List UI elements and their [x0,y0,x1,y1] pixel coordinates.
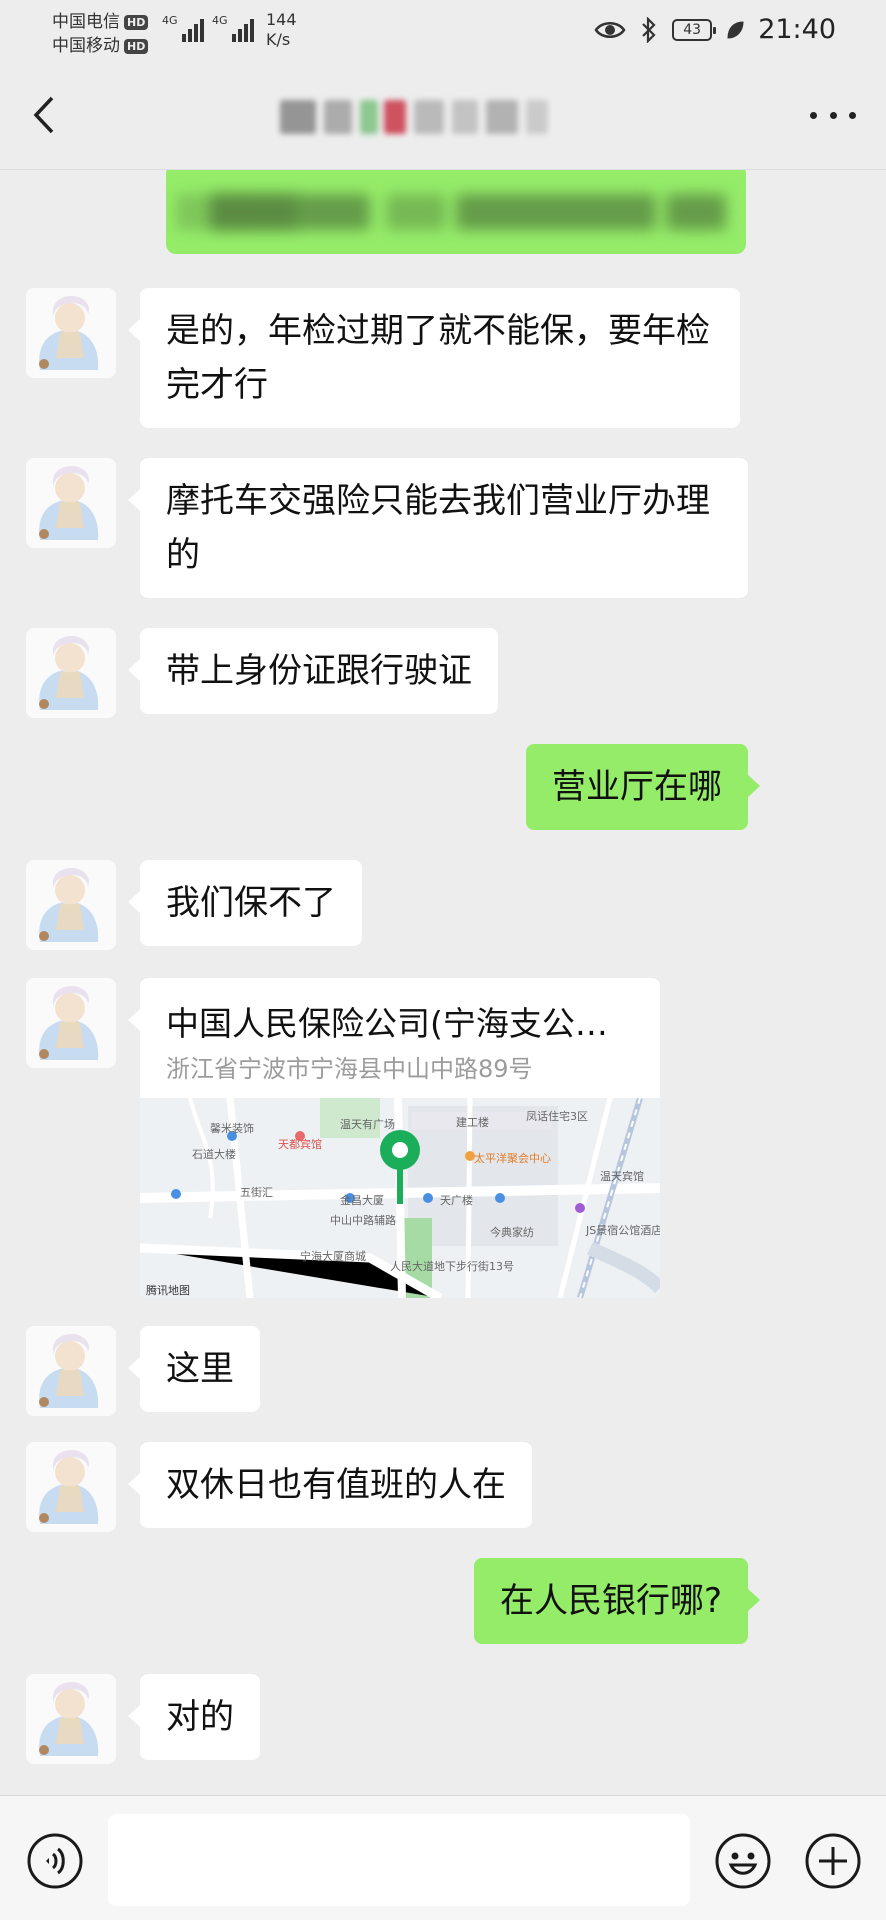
carrier-info: 中国电信 HD 中国移动 HD [52,10,149,58]
location-address: 浙江省宁波市宁海县中山中路89号 [166,1055,533,1083]
hd-badge: HD [124,14,149,30]
network-type-label: 4G [162,14,178,27]
clock: 21:40 [758,14,836,45]
map-label: 今典家纺 [490,1226,534,1239]
tencent-map-logo: 腾讯地图 [146,1284,190,1297]
incoming-message-bubble[interactable]: 我们保不了 [128,860,362,946]
contact-avatar[interactable] [26,1326,116,1416]
incoming-message-bubble[interactable]: 双休日也有值班的人在 [128,1442,532,1528]
map-label: 建工楼 [456,1116,489,1129]
contact-avatar[interactable] [26,628,116,718]
map-label: 宁海大厦商城 [300,1250,366,1263]
status-icons: 43 21:40 [594,14,836,45]
battery-indicator: 43 [672,18,717,41]
map-label: 五街汇 [240,1186,273,1199]
map-label: 温天有广场 [340,1118,395,1131]
chat-title-blurred [280,96,560,138]
incoming-message-bubble[interactable]: 这里 [128,1326,260,1412]
chat-input-bar [0,1795,886,1920]
more-options-icon[interactable] [810,108,856,124]
map-label: 温天宾馆 [600,1170,644,1183]
incoming-message-bubble[interactable]: 对的 [128,1674,260,1760]
outgoing-message-bubble[interactable]: 在人民银行哪? [473,1558,761,1644]
map-label: 人民大道地下步行街13号 [390,1260,514,1273]
avatar-image [26,628,116,718]
incoming-message-bubble[interactable]: 带上身份证跟行驶证 [128,628,498,714]
avatar-image [26,1326,116,1416]
bluetooth-icon [642,16,656,43]
eye-icon [594,21,626,38]
map-label: 天广楼 [440,1194,473,1207]
map-label: 太平洋聚会中心 [474,1152,551,1165]
message-input[interactable] [108,1814,690,1906]
incoming-message-bubble[interactable]: 摩托车交强险只能去我们营业厅办理的 [128,458,748,598]
carrier-2-name: 中国移动 [52,36,120,56]
map-preview[interactable]: 馨米装饰 温天有广场 建工楼 凤话住宅3区 石道大楼 天都宾馆 太平洋聚会中心 … [140,1098,660,1298]
avatar-image [26,860,116,950]
contact-avatar[interactable] [26,1442,116,1532]
add-more-icon[interactable] [804,1832,862,1890]
map-label: 金昌大厦 [340,1194,384,1207]
contact-avatar[interactable] [26,458,116,548]
network-speed-value: 144 [266,10,297,29]
chat-header [0,60,886,170]
avatar-image [26,1442,116,1532]
contact-avatar[interactable] [26,860,116,950]
avatar-image [26,978,116,1068]
hd-badge: HD [124,38,149,54]
network-speed-unit: K/s [266,30,291,49]
map-label: 凤话住宅3区 [526,1110,588,1123]
avatar-image [26,288,116,378]
avatar-image [26,458,116,548]
map-label: 天都宾馆 [278,1138,322,1151]
network-type-label: 4G [212,14,228,27]
voice-input-icon[interactable] [26,1832,84,1890]
contact-avatar[interactable] [26,978,116,1068]
emoji-icon[interactable] [714,1832,772,1890]
map-label: 中山中路辅路 [330,1214,396,1227]
contact-avatar[interactable] [26,288,116,378]
signal-icon: 4G [212,14,254,42]
map-label: 馨米装饰 [210,1122,254,1135]
map-label: 石道大楼 [192,1148,236,1161]
blurred-outgoing-bubble [166,170,746,254]
incoming-message-bubble[interactable]: 是的，年检过期了就不能保，要年检完才行 [128,288,740,428]
signal-icon: 4G [162,14,204,42]
network-speed: 144 K/s [266,10,297,50]
location-name: 中国人民保险公司(宁海支公… [166,1004,608,1043]
map-label: JS景宿公馆酒店 [586,1224,660,1237]
avatar-image [26,1674,116,1764]
leaf-icon [727,20,744,39]
contact-avatar[interactable] [26,1674,116,1764]
carrier-1-name: 中国电信 [52,12,120,32]
outgoing-message-bubble[interactable]: 营业厅在哪 [526,744,760,830]
message-list[interactable]: 是的，年检过期了就不能保，要年检完才行 摩托车交强险只能去我们营业厅办理的 带上… [0,170,886,1795]
status-bar: 中国电信 HD 中国移动 HD 4G 4G 144 K/s 43 21:40 [0,0,886,60]
location-card[interactable]: 中国人民保险公司(宁海支公… 浙江省宁波市宁海县中山中路89号 馨米装饰 温天有… [140,978,660,1298]
back-arrow-icon[interactable] [26,92,66,138]
